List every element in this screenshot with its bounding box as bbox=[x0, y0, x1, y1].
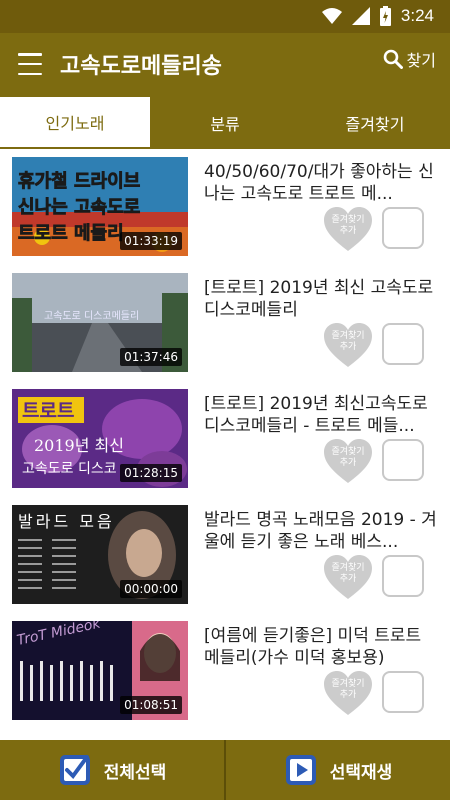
favorite-label-line2: 추가 bbox=[339, 226, 357, 236]
status-time: 3:24 bbox=[400, 6, 434, 25]
search-icon bbox=[383, 49, 403, 69]
favorite-label: 즐겨찾기 추가 bbox=[322, 563, 374, 585]
play-icon bbox=[285, 755, 316, 785]
play-selected-button[interactable]: 선택재생 bbox=[224, 740, 450, 800]
video-list: 휴가철 드라이브 신나는 고속도로 트로트 메들리 01:33:19 40/50… bbox=[0, 149, 450, 740]
favorite-add-button[interactable]: 즐겨찾기 추가 bbox=[322, 669, 374, 717]
select-checkbox[interactable] bbox=[382, 323, 424, 365]
list-item: 고속도로 디스코메들리 01:37:46 [트로트] 2019년 최신 고속도로… bbox=[0, 265, 450, 381]
video-title[interactable]: 40/50/60/70/대가 좋아하는 신나는 고속도로 트로트 메... bbox=[204, 161, 440, 205]
thumbnail-text: 신나는 고속도로 bbox=[18, 197, 140, 218]
favorite-label-line1: 즐겨찾기 bbox=[331, 215, 365, 225]
select-all-button[interactable]: 전체선택 bbox=[0, 740, 224, 800]
thumbnail-text: 고속도로 디스코 bbox=[22, 461, 117, 477]
thumbnail-text: 발라드 모음 bbox=[18, 512, 115, 531]
app-bar: 고속도로메들리송 찾기 bbox=[0, 33, 450, 97]
duration-badge: 01:37:46 bbox=[120, 348, 182, 366]
video-title[interactable]: [여름에 듣기좋은] 미덕 트로트 메들리(가수 미덕 홍보용) bbox=[204, 625, 440, 669]
favorite-label-line2: 추가 bbox=[339, 342, 357, 352]
favorite-label: 즐겨찾기 추가 bbox=[322, 679, 374, 701]
search-label: 찾기 bbox=[406, 51, 436, 70]
favorite-add-button[interactable]: 즐겨찾기 추가 bbox=[322, 205, 374, 253]
favorite-label-line2: 추가 bbox=[339, 690, 357, 700]
video-thumbnail[interactable]: 휴가철 드라이브 신나는 고속도로 트로트 메들리 01:33:19 bbox=[12, 157, 188, 256]
thumbnail-text: 2019년 최신 bbox=[34, 436, 124, 455]
video-title[interactable]: [트로트] 2019년 최신고속도로 디스코메들리 - 트로트 메들... bbox=[204, 393, 440, 437]
search-button[interactable]: 찾기 bbox=[383, 47, 436, 71]
tab-favorites[interactable]: 즐겨찾기 bbox=[300, 97, 450, 149]
favorite-label-line1: 즐겨찾기 bbox=[331, 679, 365, 689]
favorite-label-line1: 즐겨찾기 bbox=[331, 331, 365, 341]
duration-badge: 00:00:00 bbox=[120, 580, 182, 598]
select-checkbox[interactable] bbox=[382, 555, 424, 597]
duration-badge: 01:33:19 bbox=[120, 232, 182, 250]
favorite-label-line1: 즐겨찾기 bbox=[331, 447, 365, 457]
duration-badge: 01:08:51 bbox=[120, 696, 182, 714]
list-item: 휴가철 드라이브 신나는 고속도로 트로트 메들리 01:33:19 40/50… bbox=[0, 149, 450, 265]
hamburger-menu-icon[interactable] bbox=[14, 49, 46, 79]
video-thumbnail[interactable]: 트로트 2019년 최신 고속도로 디스코 01:28:15 bbox=[12, 389, 188, 488]
tab-popular[interactable]: 인기노래 bbox=[0, 97, 150, 149]
favorite-label: 즐겨찾기 추가 bbox=[322, 331, 374, 353]
select-all-icon bbox=[59, 755, 90, 785]
app-title: 고속도로메들리송 bbox=[60, 54, 222, 79]
list-item: 발라드 모음 00:00:00 발라드 명곡 노래모음 2019 - 겨울에 듣… bbox=[0, 497, 450, 613]
favorite-add-button[interactable]: 즐겨찾기 추가 bbox=[322, 553, 374, 601]
select-all-label: 전체선택 bbox=[103, 762, 167, 783]
list-item: 트로트 2019년 최신 고속도로 디스코 01:28:15 [트로트] 201… bbox=[0, 381, 450, 497]
signal-icon bbox=[351, 7, 370, 25]
tab-bar: 인기노래 분류 즐겨찾기 bbox=[0, 97, 450, 149]
favorite-label: 즐겨찾기 추가 bbox=[322, 447, 374, 469]
list-item: TroT Mideok 01:08:51 [여름에 듣기좋은] 미덕 트로트 메… bbox=[0, 613, 450, 729]
favorite-label-line2: 추가 bbox=[339, 458, 357, 468]
play-selected-label: 선택재생 bbox=[329, 762, 393, 783]
thumbnail-text: 고속도로 디스코메들리 bbox=[44, 310, 139, 322]
favorite-label: 즐겨찾기 추가 bbox=[322, 215, 374, 237]
bottom-action-bar: 전체선택 선택재생 bbox=[0, 740, 450, 800]
duration-badge: 01:28:15 bbox=[120, 464, 182, 482]
select-checkbox[interactable] bbox=[382, 439, 424, 481]
thumbnail-text: 트로트 bbox=[22, 400, 74, 422]
video-title[interactable]: [트로트] 2019년 최신 고속도로 디스코메들리 bbox=[204, 277, 440, 321]
favorite-add-button[interactable]: 즐겨찾기 추가 bbox=[322, 321, 374, 369]
thumbnail-text: 휴가철 드라이브 bbox=[18, 171, 140, 192]
thumbnail-text: 트로트 메들리 bbox=[18, 223, 124, 244]
status-bar: 3:24 bbox=[0, 0, 450, 33]
status-icons: 3:24 bbox=[321, 6, 434, 26]
video-title[interactable]: 발라드 명곡 노래모음 2019 - 겨울에 듣기 좋은 노래 베스... bbox=[204, 509, 440, 553]
tab-category[interactable]: 분류 bbox=[150, 97, 300, 149]
select-checkbox[interactable] bbox=[382, 671, 424, 713]
favorite-label-line2: 추가 bbox=[339, 574, 357, 584]
battery-charging-icon bbox=[379, 6, 391, 26]
favorite-label-line1: 즐겨찾기 bbox=[331, 563, 365, 573]
wifi-icon bbox=[321, 8, 342, 24]
video-thumbnail[interactable]: 고속도로 디스코메들리 01:37:46 bbox=[12, 273, 188, 372]
favorite-add-button[interactable]: 즐겨찾기 추가 bbox=[322, 437, 374, 485]
video-thumbnail[interactable]: 발라드 모음 00:00:00 bbox=[12, 505, 188, 604]
select-checkbox[interactable] bbox=[382, 207, 424, 249]
video-thumbnail[interactable]: TroT Mideok 01:08:51 bbox=[12, 621, 188, 720]
